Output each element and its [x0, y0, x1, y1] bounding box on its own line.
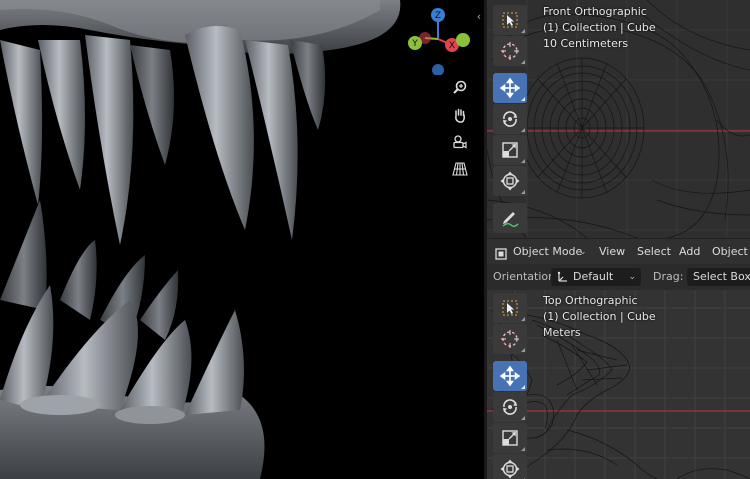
rotate-tool[interactable] — [493, 392, 527, 422]
menu-object[interactable]: Object — [712, 239, 748, 265]
front-ortho-viewport[interactable]: Front Orthographic (1) Collection | Cube… — [487, 0, 750, 238]
move-tool[interactable] — [493, 73, 527, 103]
top-ortho-viewport[interactable]: Top Orthographic (1) Collection | Cube M… — [487, 290, 750, 479]
select-box-tool[interactable] — [493, 293, 527, 323]
top-view-collection: (1) Collection | Cube — [543, 310, 656, 323]
front-view-collection: (1) Collection | Cube — [543, 21, 656, 34]
viewport-header: Object Mode ⌄ View Select Add Object — [487, 238, 750, 265]
rotate-tool[interactable] — [493, 104, 527, 134]
gizmo-y-label: Y — [411, 39, 418, 49]
drag-label: Drag: — [653, 270, 684, 283]
transform-tool[interactable] — [493, 454, 527, 479]
transform-tool[interactable] — [493, 166, 527, 196]
front-view-scale: 10 Centimeters — [543, 37, 629, 50]
left-3d-viewport[interactable]: Z X Y — [0, 0, 484, 479]
move-tool[interactable] — [493, 361, 527, 391]
orientation-value: Default — [573, 270, 614, 283]
scale-tool[interactable] — [493, 423, 527, 453]
tool-settings-bar: Orientation: Default ⌄ Drag: Select Box — [487, 264, 750, 291]
orientation-dropdown[interactable]: Default ⌄ — [551, 268, 641, 286]
cursor-tool[interactable] — [493, 324, 527, 354]
top-view-scale: Meters — [543, 326, 581, 339]
navigation-gizmo[interactable]: Z X Y — [404, 5, 472, 75]
select-box-tool[interactable] — [493, 5, 527, 35]
menu-select[interactable]: Select — [637, 239, 671, 265]
grid-perspective-icon[interactable] — [452, 161, 474, 183]
collapse-sidebar-icon[interactable]: ‹ — [474, 9, 484, 25]
drag-value: Select Box — [693, 270, 750, 283]
gizmo-z-label: Z — [435, 11, 441, 21]
menu-add[interactable]: Add — [679, 239, 700, 265]
zoom-icon[interactable] — [452, 80, 474, 102]
top-view-title: Top Orthographic — [543, 294, 638, 307]
cursor-tool[interactable] — [493, 36, 527, 66]
hand-pan-icon[interactable] — [452, 107, 474, 129]
object-mode-icon — [495, 245, 507, 260]
gizmo-x-label: X — [449, 41, 455, 51]
annotate-tool[interactable] — [493, 203, 527, 233]
orientation-label: Orientation: — [493, 270, 559, 283]
chevron-down-icon: ⌄ — [628, 272, 636, 282]
camera-icon[interactable] — [452, 134, 474, 156]
orientation-axes-icon — [556, 271, 568, 283]
drag-dropdown[interactable]: Select Box — [687, 268, 750, 286]
object-mode-dropdown[interactable]: Object Mode — [513, 239, 582, 265]
menu-view[interactable]: View — [599, 239, 625, 265]
scale-tool[interactable] — [493, 135, 527, 165]
chevron-down-icon: ⌄ — [579, 247, 587, 257]
front-view-title: Front Orthographic — [543, 5, 647, 18]
